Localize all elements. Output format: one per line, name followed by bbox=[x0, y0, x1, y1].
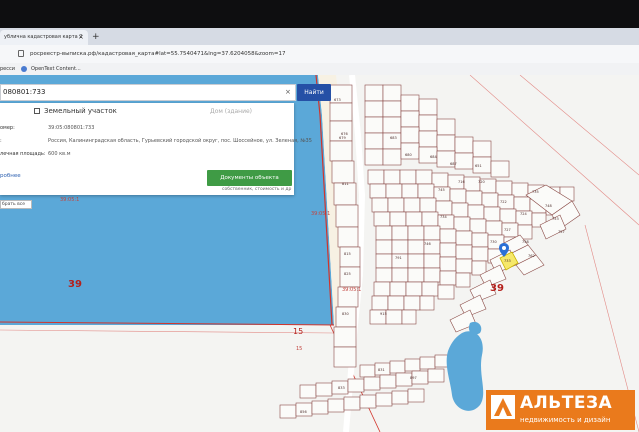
parcel-number: 733 bbox=[504, 259, 511, 263]
tab-land-plot[interactable]: Земельный участок bbox=[44, 107, 117, 115]
boundary-line bbox=[519, 75, 639, 176]
details-link[interactable]: робнее bbox=[0, 173, 21, 179]
parcel-number: 915 bbox=[380, 312, 387, 316]
parcel-group bbox=[279, 352, 466, 419]
bookmark-item[interactable]: ресси bbox=[0, 63, 15, 75]
info-label: омер: bbox=[0, 125, 15, 131]
altesa-logo: АЛЬТЕЗА недвижимость и дизайн bbox=[486, 390, 635, 430]
cadastral-zone-label: 15 bbox=[296, 346, 303, 352]
parcel-number: 762 bbox=[528, 254, 535, 258]
parcel-number: 758 bbox=[522, 240, 529, 244]
logo-emblem-icon bbox=[491, 395, 515, 419]
parcel-group bbox=[364, 84, 510, 178]
screen: ублична кадастровая карта 2 × + росреест… bbox=[0, 0, 639, 432]
pond bbox=[468, 321, 482, 335]
parcel-number: 748 bbox=[545, 204, 552, 208]
docs-note: собственник, стоимость и др bbox=[222, 187, 292, 192]
logo-tagline: недвижимость и дизайн bbox=[520, 416, 611, 424]
browser-tab[interactable]: ублична кадастровая карта 2 bbox=[0, 30, 88, 45]
clear-icon[interactable]: × bbox=[285, 84, 291, 101]
parcel-number: 724 bbox=[520, 212, 527, 216]
parcel-number: 680 bbox=[405, 153, 412, 157]
land-plot-icon bbox=[34, 108, 40, 114]
parcel-number: 753 bbox=[552, 217, 559, 221]
cadastral-quarter-label: 39 bbox=[490, 283, 504, 294]
parcel-number: 679 bbox=[339, 136, 346, 140]
parcel-number: 757 bbox=[558, 230, 565, 234]
parcel-number: 651 bbox=[475, 164, 482, 168]
parcel-number: 727 bbox=[504, 228, 511, 232]
parcel-number: 811 bbox=[342, 182, 349, 186]
info-label: : bbox=[0, 138, 2, 144]
new-tab-button[interactable]: + bbox=[92, 30, 100, 44]
parcel-number: 730 bbox=[490, 240, 497, 244]
search-button[interactable]: Найти bbox=[297, 84, 331, 101]
cadastral-code-label: 39:05:1 bbox=[342, 287, 362, 293]
location-pin-icon[interactable] bbox=[499, 243, 509, 257]
boundary-line bbox=[0, 329, 335, 334]
tab-close-icon[interactable]: × bbox=[78, 30, 84, 45]
parcel-number: 815 bbox=[344, 252, 351, 256]
parcel-number: 720 bbox=[478, 180, 485, 184]
opentext-icon bbox=[21, 66, 27, 72]
parcel-number: 833 bbox=[338, 386, 345, 390]
parcel-number: 825 bbox=[344, 272, 351, 276]
cadastral-code-label: 39:05:1 bbox=[60, 197, 80, 203]
parcel-info-panel: Земельный участок Дом (здание) омер: 39:… bbox=[0, 103, 312, 195]
parcel-number: 735 bbox=[532, 190, 539, 194]
parcel-number: 897 bbox=[410, 376, 417, 380]
parcel-number: 684 bbox=[430, 155, 437, 159]
cadastral-code-label: 39:05:1 bbox=[311, 211, 331, 217]
select-all-button[interactable]: брать все bbox=[0, 200, 32, 209]
logo-name: АЛЬТЕЗА bbox=[520, 393, 613, 413]
parcel-number: 687 bbox=[450, 162, 457, 166]
info-value: 600 кв.м bbox=[48, 151, 71, 157]
bookmark-item[interactable]: OpenText Content... bbox=[31, 63, 81, 75]
info-value: Россия, Калининградская область, Гурьевс… bbox=[48, 138, 312, 144]
parcel-number: 722 bbox=[500, 200, 507, 204]
parcel-number: 673 bbox=[334, 98, 341, 102]
monitor-bezel bbox=[0, 0, 639, 30]
pond bbox=[446, 331, 484, 411]
parcel-number: 831 bbox=[378, 368, 385, 372]
parcel-number: 683 bbox=[390, 136, 397, 140]
cadastral-zone-label: 15 bbox=[293, 327, 304, 336]
parcel-number: 716 bbox=[458, 180, 465, 184]
parcel-number: 734 bbox=[440, 215, 447, 219]
parcel-number: 746 bbox=[424, 242, 431, 246]
parcel-number: 856 bbox=[300, 410, 307, 414]
cadastral-quarter-label: 39 bbox=[68, 279, 82, 290]
lock-icon bbox=[18, 50, 24, 57]
object-documents-button[interactable]: Документы объекта bbox=[207, 170, 292, 186]
parcel-number: 791 bbox=[395, 256, 402, 260]
info-value: 39:05:080801:733 bbox=[48, 125, 95, 131]
parcel-number: 830 bbox=[342, 312, 349, 316]
cadastral-search-input[interactable]: 080801:733 bbox=[0, 84, 296, 101]
info-label: лечная площадь: bbox=[0, 151, 46, 157]
bookmarks-bar: ресси OpenText Content... bbox=[0, 63, 639, 75]
url-text[interactable]: росреестр-выписка.рф/кадастровая_карта#l… bbox=[30, 46, 286, 63]
parcel-number: 745 bbox=[438, 188, 445, 192]
tab-building[interactable]: Дом (здание) bbox=[210, 108, 252, 115]
